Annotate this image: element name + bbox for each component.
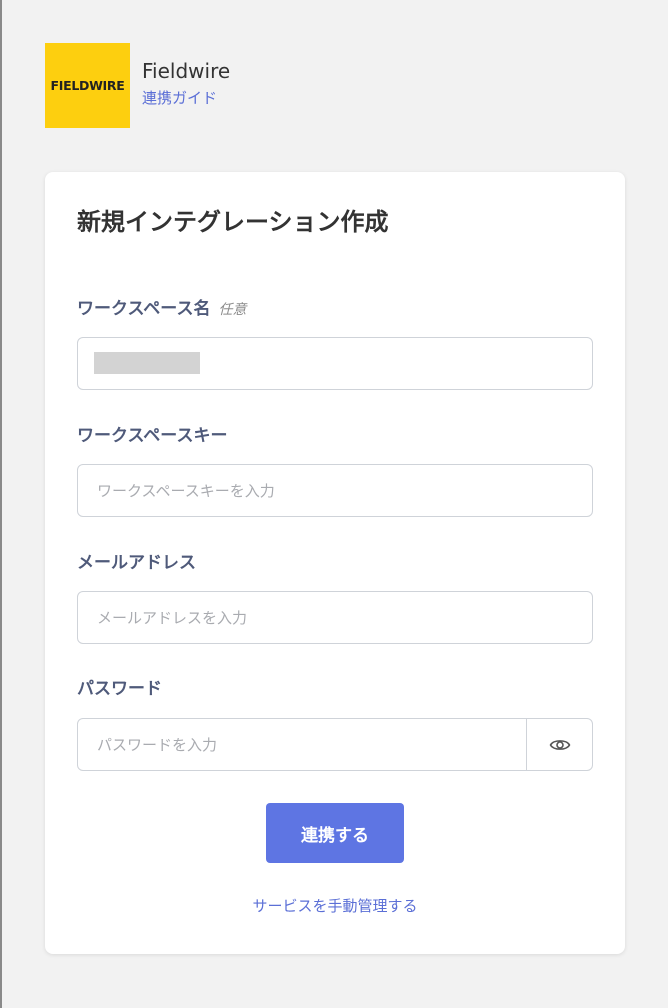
app-info: Fieldwire 連携ガイド: [142, 43, 230, 108]
connect-button[interactable]: 連携する: [266, 803, 404, 863]
form-title: 新規インテグレーション作成: [77, 208, 389, 236]
optional-tag: 任意: [218, 302, 247, 318]
integration-guide-link[interactable]: 連携ガイド: [142, 88, 230, 108]
integration-form-card: 新規インテグレーション作成 ワークスペース名任意 ワークスペースキー メールアド…: [45, 172, 625, 954]
fieldwire-logo: FIELDWIRE: [45, 43, 130, 128]
redacted-value: [94, 352, 200, 374]
workspace-name-label-text: ワークスペース名: [77, 299, 211, 319]
email-input[interactable]: [77, 591, 593, 644]
email-label: メールアドレス: [77, 553, 196, 573]
window-edge: [0, 0, 2, 1008]
workspace-key-input[interactable]: [77, 464, 593, 517]
manual-manage-link[interactable]: サービスを手動管理する: [45, 894, 625, 918]
password-field-group: [77, 718, 593, 771]
password-input[interactable]: [78, 719, 526, 770]
app-header: FIELDWIRE Fieldwire 連携ガイド: [45, 43, 230, 128]
logo-text: FIELDWIRE: [50, 78, 125, 93]
eye-icon: [549, 739, 570, 750]
show-password-button[interactable]: [526, 719, 592, 770]
password-label: パスワード: [77, 679, 162, 699]
workspace-name-label: ワークスペース名 任意: [77, 297, 246, 322]
workspace-key-label: ワークスペースキー: [77, 426, 228, 446]
app-name: Fieldwire: [142, 59, 231, 83]
